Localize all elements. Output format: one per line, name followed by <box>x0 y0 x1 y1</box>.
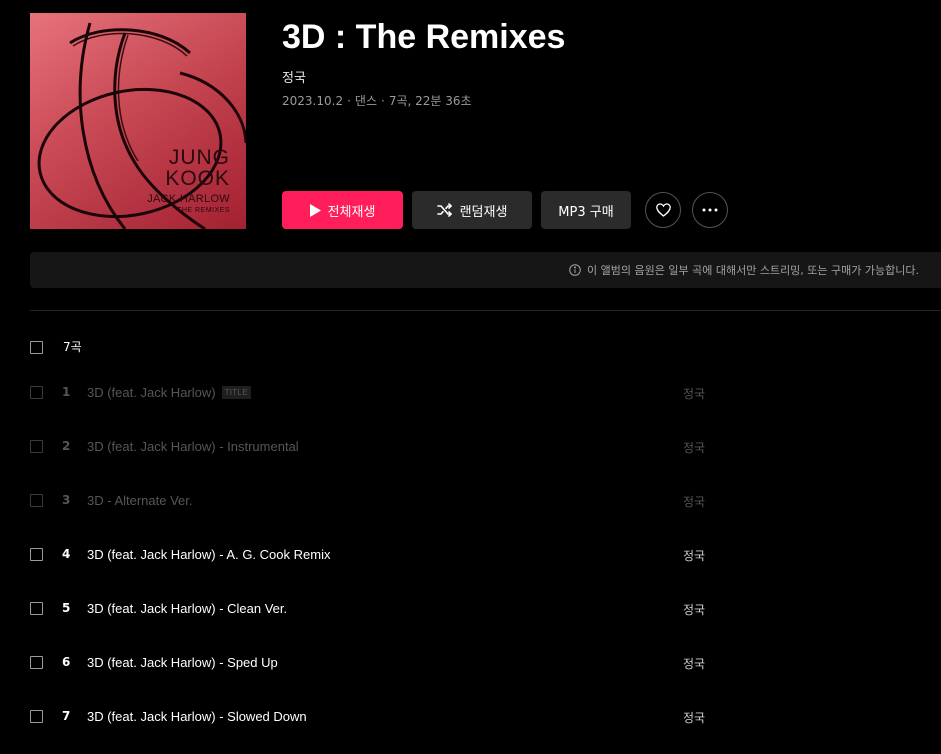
track-row[interactable]: 4 3D (feat. Jack Harlow) - A. G. Cook Re… <box>0 528 941 582</box>
release-date: 2023.10.2 <box>282 94 344 108</box>
track-title[interactable]: 3D (feat. Jack Harlow) TITLE <box>87 385 251 400</box>
track-title[interactable]: 3D (feat. Jack Harlow) - Slowed Down <box>87 709 307 724</box>
heart-icon <box>655 203 671 217</box>
meta-separator: · <box>347 94 351 108</box>
track-title[interactable]: 3D - Alternate Ver. <box>87 493 193 508</box>
album-summary: 7곡, 22분 36초 <box>388 94 472 108</box>
shuffle-icon <box>436 203 453 217</box>
like-button[interactable] <box>645 192 681 228</box>
play-all-label: 전체재생 <box>327 204 376 220</box>
more-options-button[interactable] <box>692 192 728 228</box>
cover-subtitle: THE REMIXES <box>177 207 230 214</box>
track-artist[interactable]: 정국 <box>683 493 705 510</box>
track-title[interactable]: 3D (feat. Jack Harlow) - A. G. Cook Remi… <box>87 547 330 562</box>
track-number: 1 <box>62 385 71 399</box>
track-number: 3 <box>62 493 71 507</box>
album-meta: 2023.10.2 · 댄스 · 7곡, 22분 36초 <box>282 92 472 109</box>
track-artist[interactable]: 정국 <box>683 385 705 402</box>
section-divider <box>30 310 941 311</box>
track-title[interactable]: 3D (feat. Jack Harlow) - Sped Up <box>87 655 278 670</box>
track-title[interactable]: 3D (feat. Jack Harlow) - Instrumental <box>87 439 299 454</box>
title-badge: TITLE <box>221 386 251 399</box>
track-artist[interactable]: 정국 <box>683 655 705 672</box>
track-number: 5 <box>62 601 71 615</box>
track-row[interactable]: 6 3D (feat. Jack Harlow) - Sped Up 정국 <box>0 636 941 690</box>
track-checkbox[interactable] <box>30 710 43 723</box>
album-title: 3D : The Remixes <box>282 18 566 56</box>
track-row[interactable]: 7 3D (feat. Jack Harlow) - Slowed Down 정… <box>0 690 941 744</box>
track-title[interactable]: 3D (feat. Jack Harlow) - Clean Ver. <box>87 601 287 616</box>
album-artist-link[interactable]: 정국 <box>282 67 306 86</box>
track-checkbox[interactable] <box>30 494 43 507</box>
track-number: 6 <box>62 655 71 669</box>
track-checkbox[interactable] <box>30 548 43 561</box>
cover-artist-name: JUNG KOOK <box>165 146 230 190</box>
more-dots-icon <box>702 208 718 212</box>
meta-separator: · <box>381 94 385 108</box>
track-checkbox[interactable] <box>30 602 43 615</box>
track-list: 1 3D (feat. Jack Harlow) TITLE 정국 2 3D (f… <box>0 366 941 744</box>
cover-feat-text: JACK HARLOW <box>147 193 230 205</box>
genre: 댄스 <box>354 94 377 108</box>
track-artist[interactable]: 정국 <box>683 709 705 726</box>
track-row[interactable]: 2 3D (feat. Jack Harlow) - Instrumental … <box>0 420 941 474</box>
track-checkbox[interactable] <box>30 656 43 669</box>
streaming-notice: 이 앨범의 음원은 일부 곡에 대해서만 스트리밍, 또는 구매가 가능합니다. <box>30 252 941 288</box>
mp3-purchase-button[interactable]: MP3 구매 <box>541 191 631 229</box>
mp3-purchase-label: MP3 구매 <box>558 204 614 220</box>
track-number: 4 <box>62 547 71 561</box>
track-checkbox[interactable] <box>30 386 43 399</box>
track-artist[interactable]: 정국 <box>683 547 705 564</box>
track-number: 2 <box>62 439 71 453</box>
track-count: 7곡 <box>63 340 82 354</box>
notice-text: 이 앨범의 음원은 일부 곡에 대해서만 스트리밍, 또는 구매가 가능합니다. <box>587 264 919 277</box>
track-checkbox[interactable] <box>30 440 43 453</box>
select-all-checkbox[interactable] <box>30 341 43 354</box>
track-row[interactable]: 1 3D (feat. Jack Harlow) TITLE 정국 <box>0 366 941 420</box>
track-row[interactable]: 5 3D (feat. Jack Harlow) - Clean Ver. 정국 <box>0 582 941 636</box>
track-row[interactable]: 3 3D - Alternate Ver. 정국 <box>0 474 941 528</box>
play-all-button[interactable]: 전체재생 <box>282 191 403 229</box>
track-artist[interactable]: 정국 <box>683 601 705 618</box>
track-artist[interactable]: 정국 <box>683 439 705 456</box>
album-cover: JUNG KOOK JACK HARLOW THE REMIXES <box>30 13 246 229</box>
shuffle-play-button[interactable]: 랜덤재생 <box>412 191 532 229</box>
info-icon <box>569 264 581 276</box>
track-number: 7 <box>62 709 71 723</box>
shuffle-play-label: 랜덤재생 <box>459 204 508 220</box>
play-icon <box>309 203 321 217</box>
